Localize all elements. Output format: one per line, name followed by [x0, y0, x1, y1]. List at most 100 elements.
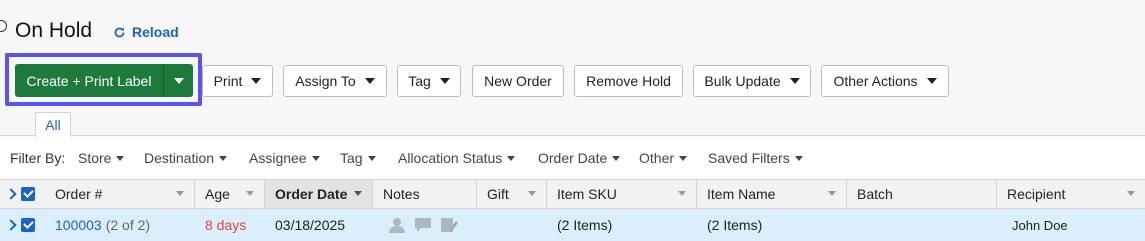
filter-order-date[interactable]: Order Date: [538, 150, 621, 166]
caret-down-icon: [794, 155, 803, 161]
column-gift[interactable]: Gift: [477, 180, 547, 208]
cell-notes: [373, 209, 477, 241]
column-item-name[interactable]: Item Name: [697, 180, 847, 208]
select-all-checkbox[interactable]: [21, 187, 35, 201]
caret-down-icon: [173, 77, 184, 84]
assign-to-label: Assign To: [295, 73, 356, 89]
caret-down-icon: [679, 155, 688, 161]
age-value: 8 days: [205, 217, 247, 233]
column-label: Notes: [383, 186, 420, 202]
caret-down-icon: [612, 155, 621, 161]
caret-down-icon: [507, 155, 516, 161]
create-print-label-dropdown[interactable]: [164, 64, 193, 97]
caret-down-icon: [367, 155, 376, 161]
row-select-cell: [0, 209, 45, 241]
create-print-label-split-button: Create + Print Label: [15, 64, 193, 97]
filter-tag[interactable]: Tag: [340, 150, 376, 166]
create-print-label-button[interactable]: Create + Print Label: [15, 64, 164, 97]
column-label: Order Date: [275, 186, 348, 202]
order-number-link[interactable]: 100003: [55, 217, 102, 233]
filter-by-label: Filter By:: [10, 150, 66, 166]
chevron-right-icon[interactable]: [5, 219, 17, 231]
cell-recipient: John Doe: [997, 209, 1145, 241]
caret-down-icon: [116, 155, 125, 161]
column-age[interactable]: Age: [195, 180, 265, 208]
table-row[interactable]: 100003 (2 of 2) 8 days 03/18/2025 (2 Ite…: [0, 209, 1145, 241]
column-label: Item Name: [707, 186, 776, 202]
item-name-value: (2 Items): [707, 217, 763, 233]
bulk-update-label: Bulk Update: [704, 73, 781, 89]
cell-gift: [477, 209, 547, 241]
tab-bar: All: [0, 104, 1145, 137]
print-button[interactable]: Print: [202, 65, 273, 97]
filter-assignee[interactable]: Assignee: [249, 150, 320, 166]
caret-down-icon: [311, 155, 320, 161]
filter-other[interactable]: Other: [639, 150, 688, 166]
other-actions-button[interactable]: Other Actions: [821, 65, 949, 97]
tab-all[interactable]: All: [35, 112, 71, 137]
filter-store[interactable]: Store: [78, 150, 125, 166]
assign-to-button[interactable]: Assign To: [283, 65, 387, 97]
chevron-right-icon[interactable]: [5, 188, 17, 200]
filter-label: Store: [78, 150, 112, 166]
other-actions-label: Other Actions: [833, 73, 918, 89]
sort-caret-icon: [528, 191, 536, 196]
filter-label: Order Date: [538, 150, 608, 166]
caret-down-icon: [251, 78, 262, 84]
print-label: Print: [213, 73, 243, 89]
column-label: Item SKU: [557, 186, 617, 202]
column-batch[interactable]: Batch: [847, 180, 997, 208]
person-icon[interactable]: [388, 217, 406, 233]
column-label: Gift: [487, 186, 509, 202]
sort-caret-icon: [1127, 191, 1135, 196]
filter-destination[interactable]: Destination: [144, 150, 228, 166]
column-label: Order #: [55, 186, 103, 202]
page-title: On Hold: [15, 19, 93, 42]
filter-label: Destination: [144, 150, 215, 166]
item-sku-value: (2 Items): [557, 217, 613, 233]
bulk-update-button[interactable]: Bulk Update: [693, 65, 811, 97]
order-count: (2 of 2): [105, 217, 151, 233]
caret-down-icon: [219, 155, 228, 161]
sort-caret-icon: [678, 191, 686, 196]
column-item-sku[interactable]: Item SKU: [547, 180, 697, 208]
filter-label: Assignee: [249, 150, 307, 166]
sort-caret-icon: [828, 191, 836, 196]
column-recipient[interactable]: Recipient: [997, 180, 1145, 208]
caret-down-icon: [789, 78, 800, 84]
filter-label: Other: [639, 150, 675, 166]
reload-label: Reload: [132, 24, 179, 40]
caret-down-icon: [926, 78, 937, 84]
tag-label: Tag: [408, 73, 431, 89]
remove-hold-button[interactable]: Remove Hold: [574, 65, 683, 97]
sort-caret-icon: [354, 191, 362, 196]
edit-note-icon[interactable]: [440, 217, 458, 233]
sort-caret-icon: [246, 191, 254, 196]
filter-label: Tag: [340, 150, 363, 166]
cell-order-number: 100003 (2 of 2): [45, 209, 195, 241]
row-checkbox[interactable]: [21, 218, 35, 232]
column-label: Batch: [857, 186, 893, 202]
column-label: Age: [205, 186, 230, 202]
filter-label: Allocation Status: [398, 150, 503, 166]
header-select-cell: [0, 180, 45, 208]
cell-batch: [847, 209, 997, 241]
filter-allocation-status[interactable]: Allocation Status: [398, 150, 516, 166]
radio-icon[interactable]: [0, 20, 7, 32]
caret-down-icon: [364, 78, 375, 84]
new-order-button[interactable]: New Order: [472, 65, 564, 97]
filter-label: Saved Filters: [708, 150, 790, 166]
column-label: Recipient: [1007, 186, 1066, 202]
tag-button[interactable]: Tag: [397, 65, 461, 97]
sort-caret-icon: [176, 191, 184, 196]
reload-icon: [114, 26, 125, 37]
order-date-value: 03/18/2025: [275, 217, 346, 233]
cell-order-date: 03/18/2025: [265, 209, 373, 241]
column-order-number[interactable]: Order #: [45, 180, 195, 208]
filter-saved-filters[interactable]: Saved Filters: [708, 150, 803, 166]
column-order-date[interactable]: Order Date: [265, 180, 373, 208]
reload-button[interactable]: Reload: [113, 24, 179, 40]
column-notes[interactable]: Notes: [373, 180, 477, 208]
comment-icon[interactable]: [414, 217, 432, 233]
caret-down-icon: [439, 78, 450, 84]
